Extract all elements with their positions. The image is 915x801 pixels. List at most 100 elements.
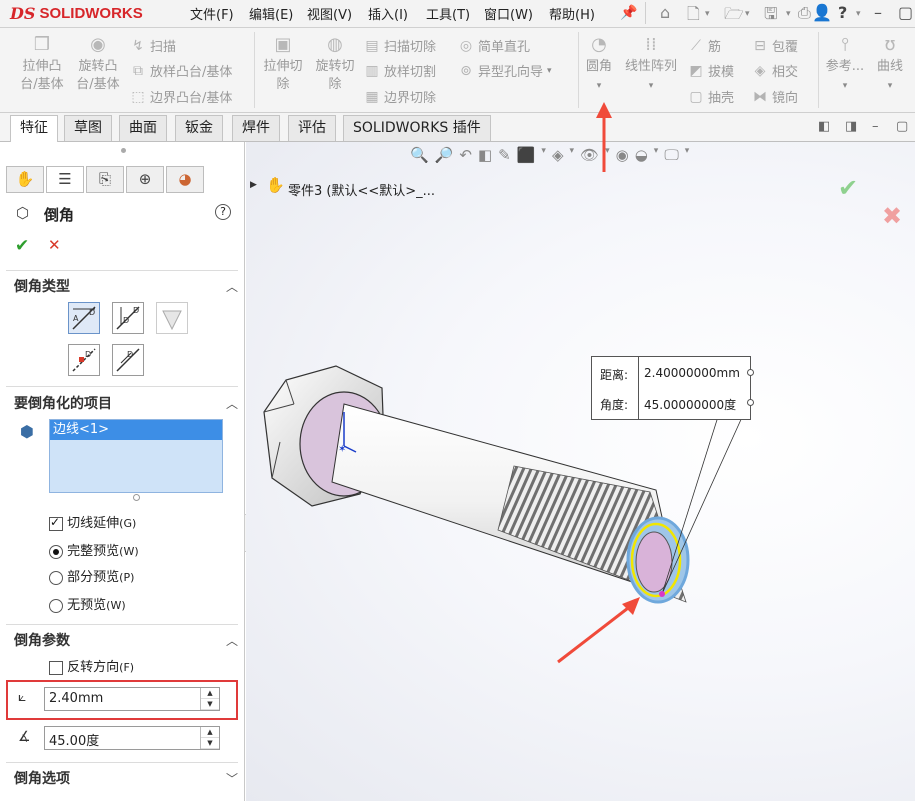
curves-button[interactable]: ʊ 曲线 ▾ — [872, 36, 908, 95]
callout-angle-value[interactable]: 45.00000000度 — [644, 396, 736, 413]
distance-spinner[interactable]: ▲ ▼ — [200, 688, 219, 710]
solidworks-logo[interactable]: DS SOLIDWORKS — [10, 3, 143, 23]
chevron-down-icon[interactable]: ▾ — [888, 81, 893, 91]
restore-icon[interactable]: ▢ — [898, 3, 913, 22]
splitter-handle[interactable] — [121, 148, 126, 153]
menu-window[interactable]: 窗口(W) — [484, 4, 533, 23]
spin-up-icon[interactable]: ▲ — [201, 688, 219, 699]
menu-tools[interactable]: 工具(T) — [426, 4, 470, 23]
tab-surfaces[interactable]: 曲面 — [119, 115, 167, 141]
angle-spinner[interactable]: ▲ ▼ — [200, 727, 219, 749]
draft-button[interactable]: ◩ 拔模 — [688, 61, 734, 81]
tab-weldments[interactable]: 焊件 — [232, 115, 280, 141]
chevron-down-icon[interactable]: ▾ — [786, 9, 791, 19]
menu-view[interactable]: 视图(V) — [307, 4, 352, 23]
chevron-down-icon[interactable]: ▾ — [843, 81, 848, 91]
tangent-propagation-option[interactable]: 切线延伸(G) — [49, 512, 136, 531]
collapse-icon[interactable]: ︿ — [226, 278, 238, 295]
tangent-propagation-checkbox[interactable] — [49, 515, 63, 531]
chamfer-type-vertex[interactable] — [156, 302, 188, 334]
no-preview-option[interactable]: 无预览(W) — [49, 594, 126, 613]
minimize-icon[interactable]: – — [872, 119, 879, 134]
revolved-cut-button[interactable]: ◍ 旋转切 除 — [310, 36, 360, 94]
partial-preview-option[interactable]: 部分预览(P) — [49, 566, 134, 585]
list-resize-handle[interactable] — [133, 494, 140, 501]
tab-solidworks-addins[interactable]: SOLIDWORKS 插件 — [343, 115, 491, 141]
chamfer-type-distance-distance[interactable]: DD — [112, 302, 144, 334]
spin-up-icon[interactable]: ▲ — [201, 727, 219, 738]
tab-sheet-metal[interactable]: 钣金 — [175, 115, 223, 141]
help-icon[interactable]: ? — [838, 3, 847, 22]
feature-manager-tab[interactable]: ✋ — [6, 166, 44, 193]
chevron-down-icon[interactable]: ▾ — [649, 81, 654, 91]
spin-down-icon[interactable]: ▼ — [201, 699, 219, 710]
spin-down-icon[interactable]: ▼ — [201, 738, 219, 749]
home-icon[interactable]: ⌂ — [660, 3, 670, 22]
sweep-button[interactable]: ↯ 扫描 — [130, 36, 176, 56]
collapse-icon[interactable]: ︿ — [226, 632, 238, 649]
panel-right-icon[interactable]: ◨ — [845, 119, 857, 134]
wrap-button[interactable]: ⊟ 包覆 — [752, 36, 798, 56]
edge-selection-list[interactable]: 边线<1> — [49, 419, 223, 493]
minimize-icon[interactable]: – — [874, 3, 882, 22]
chamfer-type-offset-face[interactable]: D — [68, 344, 100, 376]
restore-icon[interactable]: ▢ — [896, 119, 908, 134]
callout-handle[interactable] — [747, 399, 754, 406]
ok-button[interactable]: ✔ — [15, 236, 29, 256]
expand-icon[interactable]: ﹀ — [226, 770, 238, 787]
distance-input[interactable]: 2.40mm ▲ ▼ — [44, 687, 220, 711]
dimxpert-tab[interactable]: ⊕ — [126, 166, 164, 193]
print-icon[interactable]: ⎙ — [798, 3, 811, 23]
no-preview-radio[interactable] — [49, 598, 63, 613]
menu-insert[interactable]: 插入(I) — [368, 4, 408, 23]
user-icon[interactable]: 👤 — [812, 3, 832, 22]
chamfer-type-face-face[interactable]: D — [112, 344, 144, 376]
display-manager-tab[interactable]: ◕ — [166, 166, 204, 193]
partial-preview-radio[interactable] — [49, 570, 63, 585]
angle-input[interactable]: 45.00度 ▲ ▼ — [44, 726, 220, 750]
reference-geometry-button[interactable]: ⫯ 参考... ▾ — [822, 36, 868, 95]
property-manager-tab[interactable]: ☰ — [46, 166, 84, 193]
boss-extrude-button[interactable]: ❒ 拉伸凸 台/基体 — [16, 36, 68, 94]
flip-direction-checkbox[interactable] — [49, 660, 63, 675]
panel-left-icon[interactable]: ◧ — [818, 119, 830, 134]
chevron-down-icon[interactable]: ▾ — [705, 9, 710, 19]
callout-distance-value[interactable]: 2.40000000mm — [644, 366, 740, 380]
menu-help[interactable]: 帮助(H) — [549, 4, 595, 23]
rib-button[interactable]: ⟋ 筋 — [688, 36, 721, 56]
graphics-area[interactable]: 🔍 🔎 ↶ ◧ ✎ ⬛ ▾ ◈ ▾ 👁 ▾ ◉ ◒ ▾ 🖵 ▾ ▶ ✋ 零件3 … — [246, 142, 915, 801]
bolt-model[interactable]: ✶ — [246, 142, 915, 801]
tab-evaluate[interactable]: 评估 — [288, 115, 336, 141]
configuration-manager-tab[interactable]: ⎘ — [86, 166, 124, 193]
menu-file[interactable]: 文件(F) — [190, 4, 234, 23]
hole-wizard-button[interactable]: ⊚ 异型孔向导 ▾ — [458, 61, 552, 81]
callout-handle[interactable] — [747, 369, 754, 376]
selected-edge-item[interactable]: 边线<1> — [50, 420, 222, 440]
boundary-boss-button[interactable]: ⬚ 边界凸台/基体 — [130, 87, 232, 107]
lofted-cut-button[interactable]: ▥ 放样切割 — [364, 61, 436, 81]
new-file-icon[interactable]: 🗋 — [687, 3, 700, 30]
collapse-icon[interactable]: ︿ — [226, 395, 238, 412]
chevron-down-icon[interactable]: ▾ — [856, 9, 861, 19]
mirror-button[interactable]: ⧓ 镜向 — [752, 87, 798, 107]
tab-sketch[interactable]: 草图 — [64, 115, 112, 141]
chevron-down-icon[interactable]: ▾ — [597, 81, 602, 91]
dimension-callout[interactable]: 距离: 2.40000000mm 角度: 45.00000000度 — [591, 356, 754, 420]
pin-icon[interactable]: 📌 — [620, 5, 637, 21]
save-icon[interactable]: 🖫 — [764, 3, 778, 30]
cancel-button[interactable]: ✕ — [48, 236, 61, 254]
extruded-cut-button[interactable]: ▣ 拉伸切 除 — [258, 36, 308, 94]
chamfer-type-angle-distance[interactable]: AD — [68, 302, 100, 334]
boundary-cut-button[interactable]: ▦ 边界切除 — [364, 87, 436, 107]
flip-direction-option[interactable]: 反转方向(F) — [49, 656, 134, 675]
open-folder-icon[interactable]: 🗁 — [724, 3, 744, 30]
chevron-down-icon[interactable]: ▾ — [745, 9, 750, 19]
revolve-boss-button[interactable]: ◉ 旋转凸 台/基体 — [72, 36, 124, 94]
chevron-down-icon[interactable]: ▾ — [547, 66, 552, 76]
loft-boss-button[interactable]: ⧉ 放样凸台/基体 — [130, 61, 232, 81]
linear-pattern-button[interactable]: ⁞⁞ 线性阵列 ▾ — [622, 36, 680, 95]
help-button[interactable]: ? — [215, 204, 231, 220]
tab-features[interactable]: 特征 — [10, 115, 58, 142]
full-preview-radio[interactable] — [49, 544, 63, 559]
full-preview-option[interactable]: 完整预览(W) — [49, 540, 139, 559]
